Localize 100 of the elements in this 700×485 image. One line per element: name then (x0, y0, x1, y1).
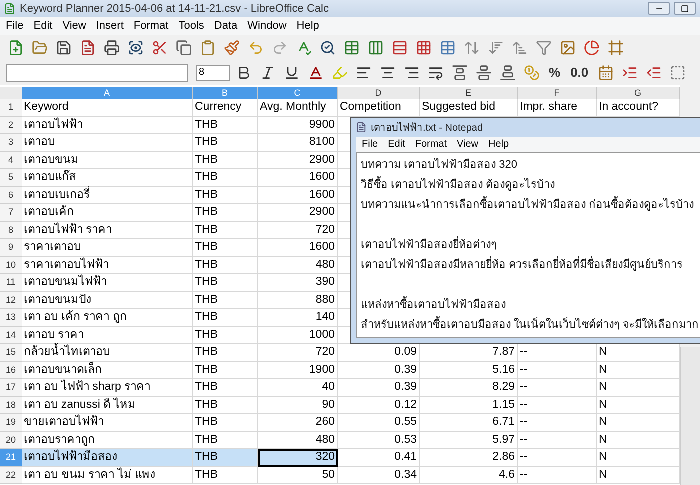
align-top-icon[interactable] (450, 62, 470, 82)
table-cell: เตาอบแก๊ส (22, 169, 193, 186)
table-cell: Keyword (22, 99, 193, 116)
table-cell: -- (518, 396, 597, 414)
row-header[interactable]: 2 (0, 116, 22, 134)
number-format-button[interactable]: 0.0 (568, 62, 592, 82)
menu-item[interactable]: Insert (96, 20, 124, 32)
table-cell: -- (518, 414, 597, 432)
row-header[interactable]: 8 (0, 222, 22, 239)
corner-header (0, 87, 22, 99)
column-header[interactable]: F (518, 87, 597, 99)
table-cell: 4.6 (420, 466, 518, 484)
table-cell: 1600 (258, 239, 338, 256)
row-header[interactable]: 5 (0, 169, 22, 186)
table-cell: 720 (258, 222, 338, 239)
table-cell: -- (518, 362, 597, 379)
table-cell: 720 (258, 344, 338, 362)
row-header[interactable]: 6 (0, 186, 22, 204)
row-header[interactable]: 12 (0, 292, 22, 309)
row-header[interactable]: 15 (0, 344, 22, 362)
table-cell: 1900 (258, 362, 338, 379)
font-name-field[interactable] (6, 64, 188, 82)
table-cell: 880 (258, 292, 338, 309)
column-header[interactable]: D (338, 87, 420, 99)
table-cell: THB (193, 134, 258, 152)
table-cell: THB (193, 326, 258, 344)
paintbrush-icon[interactable] (222, 38, 242, 58)
table-cell: ราคาเตาอบไฟฟ้า (22, 256, 193, 274)
row-header[interactable]: 19 (0, 414, 22, 432)
table-cell: THB (193, 449, 258, 466)
table-cell: THB (193, 186, 258, 204)
table-cell: 480 (258, 256, 338, 274)
table-cell: THB (193, 396, 258, 414)
table-cell: 1600 (258, 169, 338, 186)
row-header[interactable]: 18 (0, 396, 22, 414)
row-header[interactable]: 17 (0, 379, 22, 396)
table-cell: 50 (258, 466, 338, 484)
number-format-button[interactable]: % (546, 62, 564, 82)
row-header[interactable]: 10 (0, 256, 22, 274)
table-cell: เตา อบ zanussi ดี ไหม (22, 396, 193, 414)
table-cell: เตา อบ เค้ก ราคา ถูก (22, 309, 193, 326)
menu-item[interactable]: Format (134, 20, 169, 32)
row-header[interactable]: 4 (0, 152, 22, 169)
row-header[interactable]: 20 (0, 432, 22, 449)
table-cell: เตาอบขนม (22, 152, 193, 169)
table-cell: เตาอบ (22, 134, 193, 152)
menu-item[interactable]: View (457, 139, 479, 150)
row-header[interactable]: 14 (0, 326, 22, 344)
table-cell: THB (193, 274, 258, 292)
minimize-button[interactable] (648, 2, 670, 15)
align-bottom-icon[interactable] (498, 62, 518, 82)
menu-item[interactable]: Help (296, 20, 320, 32)
row-header[interactable]: 22 (0, 466, 22, 484)
menu-item[interactable]: Data (214, 20, 238, 32)
table-cell: เตาอบขนมไฟฟ้า (22, 274, 193, 292)
menu-item[interactable]: File (6, 20, 24, 32)
row-header[interactable]: 13 (0, 309, 22, 326)
copy-icon[interactable] (174, 38, 194, 58)
menu-item[interactable]: View (62, 20, 86, 32)
menu-item[interactable]: Format (415, 139, 448, 150)
menu-item[interactable]: Tools (178, 20, 204, 32)
printer-icon[interactable] (102, 38, 122, 58)
row-header[interactable]: 7 (0, 204, 22, 222)
column-header[interactable]: E (420, 87, 518, 99)
frame-icon[interactable] (606, 38, 626, 58)
row-header[interactable]: 3 (0, 134, 22, 152)
table-cell: 5.97 (420, 432, 518, 449)
text-area[interactable] (356, 152, 700, 338)
document-icon (356, 122, 367, 134)
table-cell: ขายเตาอบไฟฟ้า (22, 414, 193, 432)
table-cell: เตาอบไฟฟ้า (22, 116, 193, 134)
column-header[interactable]: G (597, 87, 680, 99)
menu-item[interactable]: Edit (388, 139, 406, 150)
table-cell: 0.34 (338, 466, 420, 484)
table-cell: 1.15 (420, 396, 518, 414)
text-line: บทความ เตาอบไฟฟ้ามือสอง 320 (361, 157, 518, 173)
table-cell: THB (193, 466, 258, 484)
row-header[interactable]: 1 (0, 99, 22, 116)
align-middle-icon[interactable] (474, 62, 494, 82)
table-cell: THB (193, 116, 258, 134)
font-size-field[interactable]: 8 (196, 64, 230, 80)
maximize-button[interactable] (674, 2, 696, 15)
row-header[interactable]: 16 (0, 362, 22, 379)
table-cell: THB (193, 309, 258, 326)
table-cell: 40 (258, 379, 338, 396)
table-cell: 0.12 (338, 396, 420, 414)
menu-item[interactable]: File (362, 139, 378, 150)
table-cell: 1000 (258, 326, 338, 344)
table-cell: เตาอบเค้ก (22, 204, 193, 222)
pie-chart-icon[interactable] (582, 38, 602, 58)
row-header[interactable]: 9 (0, 239, 22, 256)
scrollbar[interactable] (680, 347, 700, 485)
row-header[interactable]: 11 (0, 274, 22, 292)
menu-item[interactable]: Window (248, 20, 287, 32)
table-cell: 320 (258, 449, 338, 466)
menu-item[interactable]: Edit (34, 20, 53, 32)
table-cell: 2900 (258, 204, 338, 222)
table-cell: เตาอบขนมปัง (22, 292, 193, 309)
menu-item[interactable]: Help (488, 139, 510, 150)
table-cell: -- (518, 449, 597, 466)
